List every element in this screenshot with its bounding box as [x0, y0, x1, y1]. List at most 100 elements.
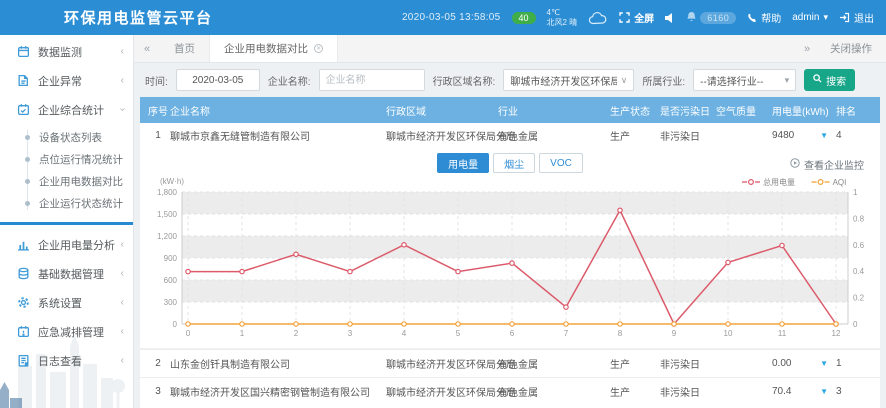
svg-text:2: 2 [294, 329, 299, 338]
search-button[interactable]: 搜索 [804, 69, 855, 91]
sidebar-subitem[interactable]: 企业运行状态统计 [0, 192, 133, 214]
table-header-row: 序号企业名称行政区域行业生产状态是否污染日空气质量用电量(kWh)排名 [140, 97, 880, 123]
bell-icon [686, 11, 697, 25]
sidebar-menu: 数据监测‹企业异常‹企业综合统计‹设备状态列表点位运行情况统计企业用电数据对比企… [0, 35, 133, 375]
sidebar-item[interactable]: 日志查看‹ [0, 346, 133, 375]
svg-text:600: 600 [164, 276, 178, 285]
sidebar-item[interactable]: 基础数据管理‹ [0, 259, 133, 288]
sidebar-item[interactable]: 系统设置‹ [0, 288, 133, 317]
help-button[interactable]: 帮助 [747, 10, 781, 25]
volume-button[interactable] [665, 13, 675, 23]
weather-display: 4℃ 北风2 晴 [547, 8, 578, 28]
sidebar-subitem[interactable]: 设备状态列表 [0, 126, 133, 148]
svg-text:3: 3 [348, 329, 353, 338]
notifications-button[interactable]: 6160 [686, 11, 736, 25]
svg-text:12: 12 [832, 329, 841, 338]
sidebar-item[interactable]: 企业综合统计‹ [0, 95, 133, 124]
header-toolbar: 2020-03-05 13:58:05 40 4℃ 北风2 晴 全屏 [402, 8, 886, 28]
tabs-scroll-left-button[interactable]: « [134, 35, 160, 62]
content-area: « 首页 企业用电数据对比 ✕ » 关闭操作 时间: 2020-03-05 企业… [134, 35, 886, 408]
close-operations-button[interactable]: 关闭操作 [820, 41, 886, 56]
region-select[interactable]: 聊城市经济开发区环保局分局 ∨ [503, 69, 634, 91]
chevron-left-icon: ‹ [121, 297, 124, 308]
date-input[interactable]: 2020-03-05 [176, 69, 260, 91]
chart-tab[interactable]: VOC [539, 153, 583, 173]
fullscreen-button[interactable]: 全屏 [619, 10, 654, 25]
svg-text:1,500: 1,500 [157, 210, 178, 219]
cell-region: 聊城市经济开发区环保局分局 [386, 128, 498, 143]
table-row[interactable]: 1聊城市京鑫无缝管制造有限公司聊城市经济开发区环保局分局有色金属生产非污染日94… [140, 123, 880, 148]
sidebar-item[interactable]: 企业用电量分析‹ [0, 230, 133, 259]
search-icon [813, 74, 822, 86]
log-icon [17, 354, 30, 367]
user-menu[interactable]: admin ▾ [792, 12, 828, 23]
svg-text:1,200: 1,200 [157, 232, 178, 241]
chevron-down-icon: ‹ [117, 108, 128, 111]
cell-region: 聊城市经济开发区环保局分局 [386, 384, 498, 399]
company-name-input[interactable] [319, 69, 425, 91]
trend-down-icon: ▼ [820, 131, 828, 140]
table-row[interactable]: 2山东金创钎具制造有限公司聊城市经济开发区环保局分局有色金属生产非污染日0.00… [140, 349, 880, 377]
column-header: 企业名称 [170, 103, 386, 118]
svg-text:900: 900 [164, 254, 178, 263]
cell-power: 70.4▼ [772, 386, 836, 397]
svg-text:AQI: AQI [833, 178, 847, 187]
svg-text:10: 10 [724, 329, 733, 338]
chart-tab[interactable]: 烟尘 [493, 153, 535, 173]
cell-industry: 有色金属 [498, 128, 610, 143]
svg-text:总用电量: 总用电量 [763, 177, 795, 187]
chevron-left-icon: ‹ [121, 268, 124, 279]
sidebar-item[interactable]: 数据监测‹ [0, 37, 133, 66]
data-panel: 序号企业名称行政区域行业生产状态是否污染日空气质量用电量(kWh)排名 1聊城市… [140, 97, 880, 408]
trend-down-icon: ▼ [820, 359, 828, 368]
tab-close-icon[interactable]: ✕ [314, 44, 323, 53]
cell-company-name: 山东金创钎具制造有限公司 [170, 356, 386, 371]
column-header: 生产状态 [610, 103, 660, 118]
cell-power: 0.00▼ [772, 358, 836, 369]
column-header: 用电量(kWh) [772, 103, 836, 118]
phone-icon [747, 13, 757, 23]
company-label: 企业名称: [268, 73, 311, 88]
svg-text:4: 4 [402, 329, 407, 338]
chevron-left-icon: ‹ [121, 75, 124, 86]
industry-select[interactable]: --请选择行业-- ▾ [693, 69, 796, 91]
chart-section: 用电量烟尘VOC 查看企业监控 03006009001,2001,5001,80… [140, 148, 880, 349]
sidebar-subitem[interactable]: 点位运行情况统计 [0, 148, 133, 170]
chevron-down-icon: ∨ [621, 75, 628, 86]
column-header: 行政区域 [386, 103, 498, 118]
view-monitor-link[interactable]: 查看企业监控 [790, 157, 864, 172]
svg-text:7: 7 [564, 329, 569, 338]
svg-text:0.2: 0.2 [853, 294, 865, 303]
app-title: 环保用电监管云平台 [64, 7, 213, 28]
tab-home[interactable]: 首页 [160, 35, 209, 62]
tab-active[interactable]: 企业用电数据对比 ✕ [209, 35, 338, 62]
svg-text:0: 0 [173, 320, 178, 329]
cell-rank: 1 [836, 358, 874, 369]
cell-region: 聊城市经济开发区环保局分局 [386, 356, 498, 371]
time-label: 时间: [145, 73, 168, 88]
weather-temp: 4℃ [547, 8, 578, 18]
cell-pollution-day: 非污染日 [660, 356, 716, 371]
chart-tabs: 用电量烟尘VOC [140, 148, 880, 176]
top-header: 环保用电监管云平台 2020-03-05 13:58:05 40 4℃ 北风2 … [0, 0, 886, 35]
svg-text:11: 11 [778, 329, 787, 338]
tab-bar: « 首页 企业用电数据对比 ✕ » 关闭操作 [134, 35, 886, 63]
chart-tab[interactable]: 用电量 [437, 153, 489, 173]
cell-pollution-day: 非污染日 [660, 384, 716, 399]
calendar-check-icon [17, 103, 30, 116]
cell-company-name: 聊城市经济开发区国兴精密钢管制造有限公司 [170, 384, 386, 399]
tabs-scroll-right-button[interactable]: » [794, 43, 820, 55]
gear-icon [17, 296, 30, 309]
svg-text:6: 6 [510, 329, 515, 338]
cell-pollution-day: 非污染日 [660, 128, 716, 143]
svg-text:(kW·h): (kW·h) [160, 177, 184, 186]
column-header: 空气质量 [716, 103, 772, 118]
sidebar-subitem[interactable]: 企业用电数据对比 [0, 170, 133, 192]
cell-status: 生产 [610, 356, 660, 371]
logout-icon [839, 12, 850, 23]
sidebar-item[interactable]: 企业异常‹ [0, 66, 133, 95]
sidebar-item[interactable]: 应急减排管理‹ [0, 317, 133, 346]
table-row[interactable]: 3聊城市经济开发区国兴精密钢管制造有限公司聊城市经济开发区环保局分局有色金属生产… [140, 377, 880, 405]
logout-button[interactable]: 退出 [839, 10, 874, 25]
svg-text:1: 1 [240, 329, 245, 338]
